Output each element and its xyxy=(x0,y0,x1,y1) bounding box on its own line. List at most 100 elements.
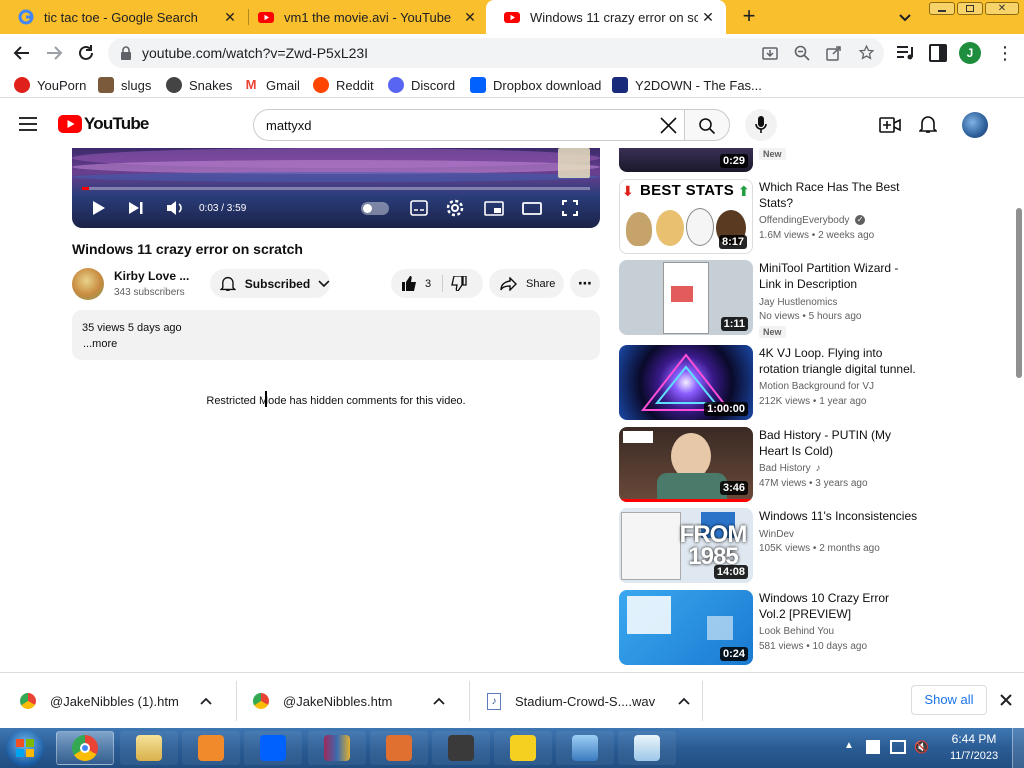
video-title[interactable]: Windows 11's Inconsistencies xyxy=(759,508,919,524)
video-title[interactable]: MiniTool Partition Wizard - Link in Desc… xyxy=(759,260,919,292)
dislike-button[interactable] xyxy=(451,269,481,298)
network-icon[interactable] xyxy=(890,740,906,754)
show-hidden-icons[interactable]: ▲ xyxy=(843,740,855,752)
settings-gear-icon[interactable] xyxy=(446,199,464,217)
channel-name[interactable]: Motion Background for VJ xyxy=(759,381,874,392)
sidebar-video-item[interactable]: 1:11 MiniTool Partition Wizard - Link in… xyxy=(619,260,919,338)
subscribed-button[interactable]: Subscribed xyxy=(210,269,330,298)
sidebar-video-item[interactable]: FROM 1985 14:08 Windows 11's Inconsisten… xyxy=(619,508,919,584)
description-box[interactable]: 35 views 5 days ago ...more xyxy=(72,310,600,360)
notifications-bell-icon[interactable] xyxy=(919,114,937,134)
bookmark-gmail[interactable]: M Gmail xyxy=(243,76,300,94)
hamburger-menu-icon[interactable] xyxy=(19,116,37,132)
channel-name[interactable]: Look Behind You xyxy=(759,626,834,637)
next-video-icon[interactable] xyxy=(128,201,144,215)
more-actions-button[interactable]: ⋯ xyxy=(570,269,600,298)
back-arrow-icon[interactable] xyxy=(12,43,32,63)
sidebar-video-item[interactable]: 1:00:00 4K VJ Loop. Flying into rotation… xyxy=(619,345,919,421)
bookmark-y2down[interactable]: Y2DOWN - The Fas... xyxy=(612,76,762,94)
channel-name[interactable]: WinDev xyxy=(759,529,794,540)
video-thumbnail[interactable]: 1:00:00 xyxy=(619,345,753,420)
channel-name[interactable]: Bad History ♪ xyxy=(759,463,820,474)
video-thumbnail[interactable]: 0:29 xyxy=(619,148,753,172)
flag-icon[interactable] xyxy=(866,740,880,754)
tab-search-chevron-icon[interactable] xyxy=(896,8,914,26)
close-icon[interactable]: ✕ xyxy=(220,9,240,26)
video-title[interactable]: Which Race Has The Best Stats? xyxy=(759,179,919,211)
taskbar-notepad[interactable] xyxy=(618,731,676,765)
address-bar[interactable]: youtube.com/watch?v=Zwd-P5xL23I xyxy=(108,38,884,68)
bookmark-star-icon[interactable] xyxy=(858,44,875,61)
share-button[interactable]: Share xyxy=(489,269,564,298)
window-close-button[interactable]: ✕ xyxy=(985,2,1019,15)
reload-icon[interactable] xyxy=(76,43,96,63)
bookmark-snakes[interactable]: Snakes xyxy=(166,76,232,94)
subtitles-icon[interactable] xyxy=(410,200,428,216)
volume-muted-icon[interactable]: 🔇 xyxy=(914,740,930,754)
lock-icon[interactable] xyxy=(120,46,132,60)
taskbar-chrome[interactable] xyxy=(56,731,114,765)
bookmark-slugs[interactable]: slugs xyxy=(98,76,151,94)
create-video-icon[interactable] xyxy=(879,116,901,134)
theater-mode-icon[interactable] xyxy=(522,202,542,215)
taskbar-image-viewer[interactable] xyxy=(556,731,614,765)
taskbar-winrar[interactable] xyxy=(308,731,366,765)
side-panel-icon[interactable] xyxy=(929,44,947,62)
chevron-up-icon[interactable] xyxy=(678,697,690,705)
menu-kebab-icon[interactable]: ⋮ xyxy=(996,43,1014,63)
taskbar-media-player[interactable] xyxy=(182,731,240,765)
minimize-button[interactable] xyxy=(929,2,955,15)
sidebar-video-item[interactable]: BEST STATS ⬇ ⬆ 8:17 Which Race Has The B… xyxy=(619,179,919,255)
video-thumbnail[interactable]: FROM 1985 14:08 xyxy=(619,508,753,583)
close-icon[interactable]: ✕ xyxy=(460,9,480,26)
bookmark-discord[interactable]: Discord xyxy=(388,76,455,94)
bookmark-reddit[interactable]: Reddit xyxy=(313,76,374,94)
clock-time[interactable]: 6:44 PM xyxy=(944,732,1004,746)
download-item[interactable]: ♪ Stadium-Crowd-S....wav xyxy=(487,673,690,729)
voice-search-button[interactable] xyxy=(745,109,777,141)
channel-avatar[interactable] xyxy=(72,268,104,300)
show-more-link[interactable]: ...more xyxy=(83,338,117,350)
close-icon[interactable] xyxy=(1000,694,1012,706)
bookmark-youporn[interactable]: YouPorn xyxy=(14,76,86,94)
media-controls-icon[interactable] xyxy=(896,44,914,62)
progress-track[interactable] xyxy=(82,187,590,190)
clear-search-icon[interactable] xyxy=(660,117,677,134)
share-page-icon[interactable] xyxy=(826,45,842,61)
video-title[interactable]: 4K VJ Loop. Flying into rotation triangl… xyxy=(759,345,919,377)
chevron-up-icon[interactable] xyxy=(200,697,212,705)
youtube-logo[interactable]: YouTube xyxy=(58,114,149,134)
video-title[interactable]: Windows 10 Crazy Error Vol.2 [PREVIEW] xyxy=(759,590,919,622)
channel-name[interactable]: OffendingEverybody ✓ xyxy=(759,215,866,226)
user-avatar[interactable] xyxy=(962,112,988,138)
taskbar-notes[interactable] xyxy=(494,731,552,765)
search-button[interactable] xyxy=(684,109,730,141)
bookmark-dropbox[interactable]: Dropbox download xyxy=(470,76,601,94)
video-thumbnail[interactable]: BEST STATS ⬇ ⬆ 8:17 xyxy=(619,179,753,254)
sidebar-video-item[interactable]: 0:24 Windows 10 Crazy Error Vol.2 [PREVI… xyxy=(619,590,919,666)
taskbar-explorer[interactable] xyxy=(120,731,178,765)
install-app-icon[interactable] xyxy=(762,45,778,61)
clock-date[interactable]: 11/7/2023 xyxy=(944,750,1004,762)
show-all-button[interactable]: Show all xyxy=(911,685,987,715)
chevron-up-icon[interactable] xyxy=(433,697,445,705)
show-desktop-button[interactable] xyxy=(1012,728,1024,768)
like-button[interactable]: 3 xyxy=(391,269,443,298)
zoom-icon[interactable] xyxy=(794,45,810,61)
video-thumbnail[interactable]: 0:24 xyxy=(619,590,753,665)
taskbar-program[interactable] xyxy=(370,731,428,765)
profile-avatar[interactable]: J xyxy=(959,42,981,64)
restore-button[interactable] xyxy=(957,2,983,15)
sidebar-video-item[interactable]: 3:46 Bad History - PUTIN (My Heart Is Co… xyxy=(619,427,919,503)
page-scrollbar[interactable] xyxy=(1014,151,1024,670)
new-tab-button[interactable]: + xyxy=(738,5,760,27)
volume-icon[interactable] xyxy=(166,200,184,216)
autoplay-toggle[interactable] xyxy=(361,202,389,215)
taskbar-tool[interactable] xyxy=(432,731,490,765)
scrollbar-thumb[interactable] xyxy=(1016,208,1022,378)
start-button[interactable] xyxy=(6,729,44,767)
video-thumbnail[interactable]: 1:11 xyxy=(619,260,753,335)
tab-google-search[interactable]: tic tac toe - Google Search ✕ xyxy=(0,0,248,34)
download-item[interactable]: @JakeNibbles (1).htm xyxy=(20,673,212,729)
channel-name[interactable]: Kirby Love ... xyxy=(114,269,189,283)
